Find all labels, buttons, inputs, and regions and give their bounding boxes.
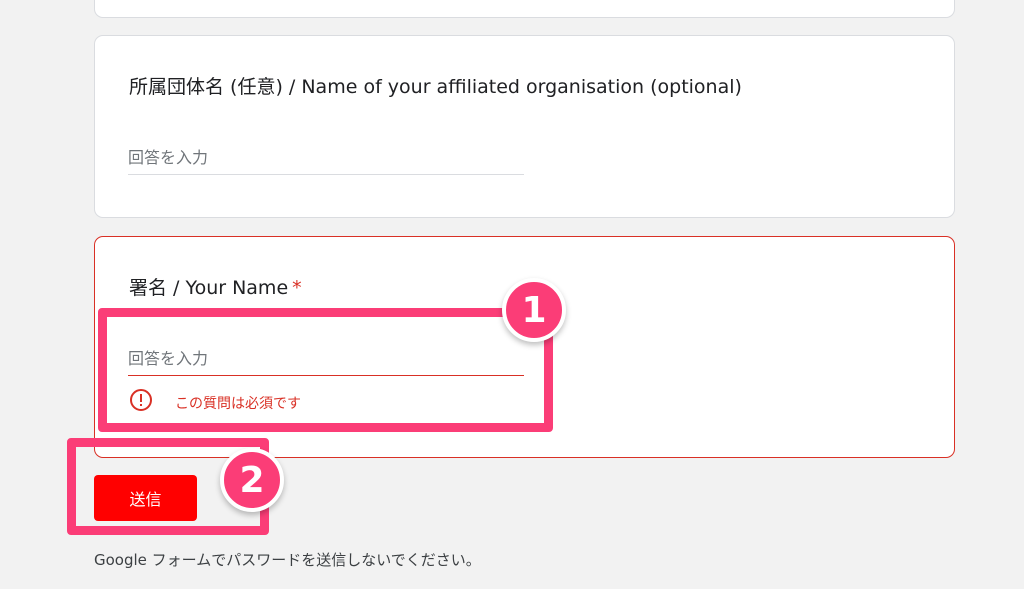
previous-question-card: [94, 0, 955, 18]
organisation-answer-input[interactable]: [128, 141, 524, 175]
step-badge-1-label: 1: [521, 289, 547, 331]
step-badge-2: 2: [220, 448, 284, 512]
step-badge-1: 1: [502, 278, 566, 342]
password-warning-note: Google フォームでパスワードを送信しないでください。: [94, 551, 481, 569]
question-card-organisation: 所属団体名 (任意) / Name of your affiliated org…: [94, 35, 955, 218]
step-badge-2-label: 2: [239, 459, 265, 501]
question-title-name-text: 署名 / Your Name: [129, 277, 289, 299]
required-asterisk: *: [292, 277, 302, 299]
question-title-name: 署名 / Your Name *: [129, 273, 302, 300]
submit-button[interactable]: 送信: [94, 475, 197, 521]
highlight-box-name-field: [98, 308, 553, 432]
question-title-organisation: 所属団体名 (任意) / Name of your affiliated org…: [129, 76, 742, 98]
